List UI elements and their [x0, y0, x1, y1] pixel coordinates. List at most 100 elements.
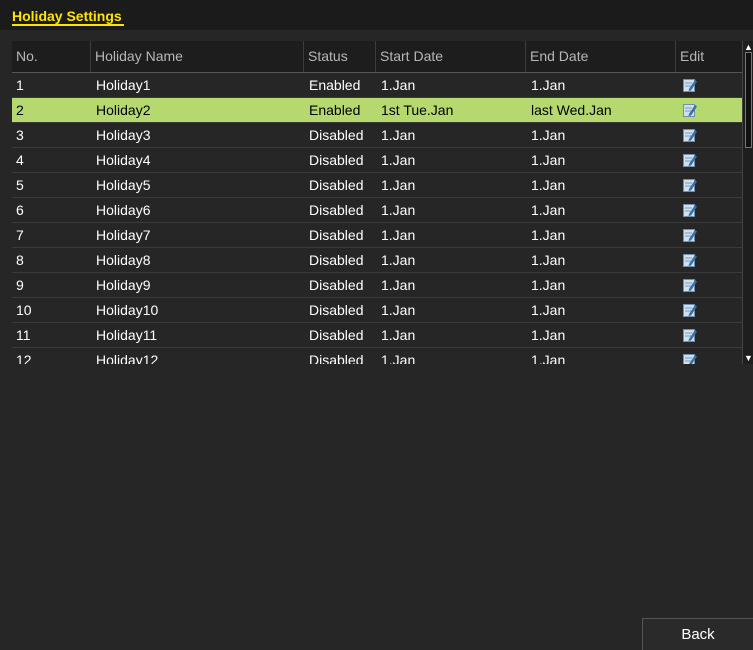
- table-row[interactable]: 8 Holiday8 Disabled 1.Jan 1.Jan: [12, 248, 742, 273]
- cell-no: 5: [16, 177, 24, 193]
- chevron-up-icon[interactable]: ▲: [744, 42, 753, 52]
- table-body: 1 Holiday1 Enabled 1.Jan 1.Jan 2 Holiday…: [12, 73, 742, 364]
- edit-icon[interactable]: [683, 228, 699, 242]
- table-row[interactable]: 9 Holiday9 Disabled 1.Jan 1.Jan: [12, 273, 742, 298]
- edit-icon[interactable]: [683, 278, 699, 292]
- cell-no: 11: [16, 327, 31, 343]
- cell-end-date: 1.Jan: [531, 202, 566, 218]
- cell-no: 4: [16, 152, 24, 168]
- column-header-edit: Edit: [680, 48, 705, 64]
- cell-holiday-name: Holiday7: [96, 227, 151, 243]
- table-row[interactable]: 11 Holiday11 Disabled 1.Jan 1.Jan: [12, 323, 742, 348]
- table-row[interactable]: 10 Holiday10 Disabled 1.Jan 1.Jan: [12, 298, 742, 323]
- cell-status: Disabled: [309, 152, 364, 168]
- cell-status: Disabled: [309, 202, 364, 218]
- cell-start-date: 1.Jan: [381, 302, 416, 318]
- cell-start-date: 1.Jan: [381, 202, 416, 218]
- edit-icon[interactable]: [683, 328, 699, 342]
- cell-start-date: 1.Jan: [381, 227, 416, 243]
- cell-no: 9: [16, 277, 24, 293]
- cell-holiday-name: Holiday3: [96, 127, 151, 143]
- cell-status: Disabled: [309, 327, 364, 343]
- cell-status: Enabled: [309, 102, 361, 118]
- cell-holiday-name: Holiday6: [96, 202, 151, 218]
- table-row[interactable]: 7 Holiday7 Disabled 1.Jan 1.Jan: [12, 223, 742, 248]
- edit-icon[interactable]: [683, 303, 699, 317]
- cell-holiday-name: Holiday4: [96, 152, 151, 168]
- back-button[interactable]: Back: [642, 618, 753, 650]
- cell-no: 10: [16, 302, 32, 318]
- cell-status: Disabled: [309, 302, 364, 318]
- edit-icon[interactable]: [683, 128, 699, 142]
- table-row[interactable]: 3 Holiday3 Disabled 1.Jan 1.Jan: [12, 123, 742, 148]
- cell-end-date: 1.Jan: [531, 77, 566, 93]
- cell-end-date: 1.Jan: [531, 327, 566, 343]
- cell-no: 7: [16, 227, 24, 243]
- cell-end-date: 1.Jan: [531, 302, 566, 318]
- column-header-holiday-name[interactable]: Holiday Name: [91, 41, 304, 72]
- table-row[interactable]: 1 Holiday1 Enabled 1.Jan 1.Jan: [12, 73, 742, 98]
- column-header-no[interactable]: No.: [12, 41, 91, 72]
- cell-holiday-name: Holiday5: [96, 177, 151, 193]
- cell-holiday-name: Holiday12: [96, 352, 159, 364]
- table-row[interactable]: 4 Holiday4 Disabled 1.Jan 1.Jan: [12, 148, 742, 173]
- edit-icon[interactable]: [683, 103, 699, 117]
- table-row[interactable]: 12 Holiday12 Disabled 1.Jan 1.Jan: [12, 348, 742, 364]
- holiday-table: No. Holiday Name Status Start Date End D…: [12, 41, 753, 364]
- cell-start-date: 1.Jan: [381, 152, 416, 168]
- cell-start-date: 1.Jan: [381, 177, 416, 193]
- cell-no: 2: [16, 102, 24, 118]
- cell-status: Disabled: [309, 277, 364, 293]
- cell-status: Disabled: [309, 252, 364, 268]
- cell-end-date: 1.Jan: [531, 252, 566, 268]
- cell-status: Disabled: [309, 127, 364, 143]
- edit-icon[interactable]: [683, 253, 699, 267]
- cell-no: 8: [16, 252, 24, 268]
- cell-start-date: 1.Jan: [381, 327, 416, 343]
- cell-end-date: last Wed.Jan: [531, 102, 612, 118]
- vertical-scrollbar[interactable]: ▲ ▼: [742, 41, 753, 364]
- cell-holiday-name: Holiday1: [96, 77, 151, 93]
- cell-end-date: 1.Jan: [531, 227, 566, 243]
- edit-icon[interactable]: [683, 78, 699, 92]
- cell-start-date: 1st Tue.Jan: [381, 102, 454, 118]
- cell-no: 12: [16, 352, 32, 364]
- column-header-end-date[interactable]: End Date: [526, 41, 676, 72]
- table-row[interactable]: 2 Holiday2 Enabled 1st Tue.Jan last Wed.…: [12, 98, 742, 123]
- cell-end-date: 1.Jan: [531, 127, 566, 143]
- cell-holiday-name: Holiday2: [96, 102, 151, 118]
- edit-icon[interactable]: [683, 178, 699, 192]
- cell-end-date: 1.Jan: [531, 277, 566, 293]
- edit-icon[interactable]: [683, 203, 699, 217]
- cell-status: Disabled: [309, 227, 364, 243]
- cell-start-date: 1.Jan: [381, 252, 416, 268]
- cell-no: 1: [16, 77, 24, 93]
- cell-status: Disabled: [309, 177, 364, 193]
- table-row[interactable]: 5 Holiday5 Disabled 1.Jan 1.Jan: [12, 173, 742, 198]
- chevron-down-icon[interactable]: ▼: [744, 353, 753, 363]
- cell-start-date: 1.Jan: [381, 277, 416, 293]
- edit-icon[interactable]: [683, 353, 699, 364]
- cell-start-date: 1.Jan: [381, 352, 416, 364]
- cell-holiday-name: Holiday11: [96, 327, 158, 343]
- cell-status: Enabled: [309, 77, 361, 93]
- cell-no: 3: [16, 127, 24, 143]
- column-header-status[interactable]: Status: [304, 41, 376, 72]
- cell-holiday-name: Holiday8: [96, 252, 151, 268]
- table-header: No. Holiday Name Status Start Date End D…: [12, 41, 742, 73]
- cell-start-date: 1.Jan: [381, 77, 416, 93]
- cell-holiday-name: Holiday10: [96, 302, 159, 318]
- cell-end-date: 1.Jan: [531, 352, 566, 364]
- cell-status: Disabled: [309, 352, 364, 364]
- scrollbar-thumb[interactable]: [745, 52, 752, 148]
- cell-holiday-name: Holiday9: [96, 277, 151, 293]
- page-title: Holiday Settings: [12, 8, 124, 26]
- cell-start-date: 1.Jan: [381, 127, 416, 143]
- title-bar: Holiday Settings: [0, 0, 753, 30]
- column-header-start-date[interactable]: Start Date: [376, 41, 526, 72]
- cell-end-date: 1.Jan: [531, 152, 566, 168]
- cell-end-date: 1.Jan: [531, 177, 566, 193]
- table-row[interactable]: 6 Holiday6 Disabled 1.Jan 1.Jan: [12, 198, 742, 223]
- cell-no: 6: [16, 202, 24, 218]
- edit-icon[interactable]: [683, 153, 699, 167]
